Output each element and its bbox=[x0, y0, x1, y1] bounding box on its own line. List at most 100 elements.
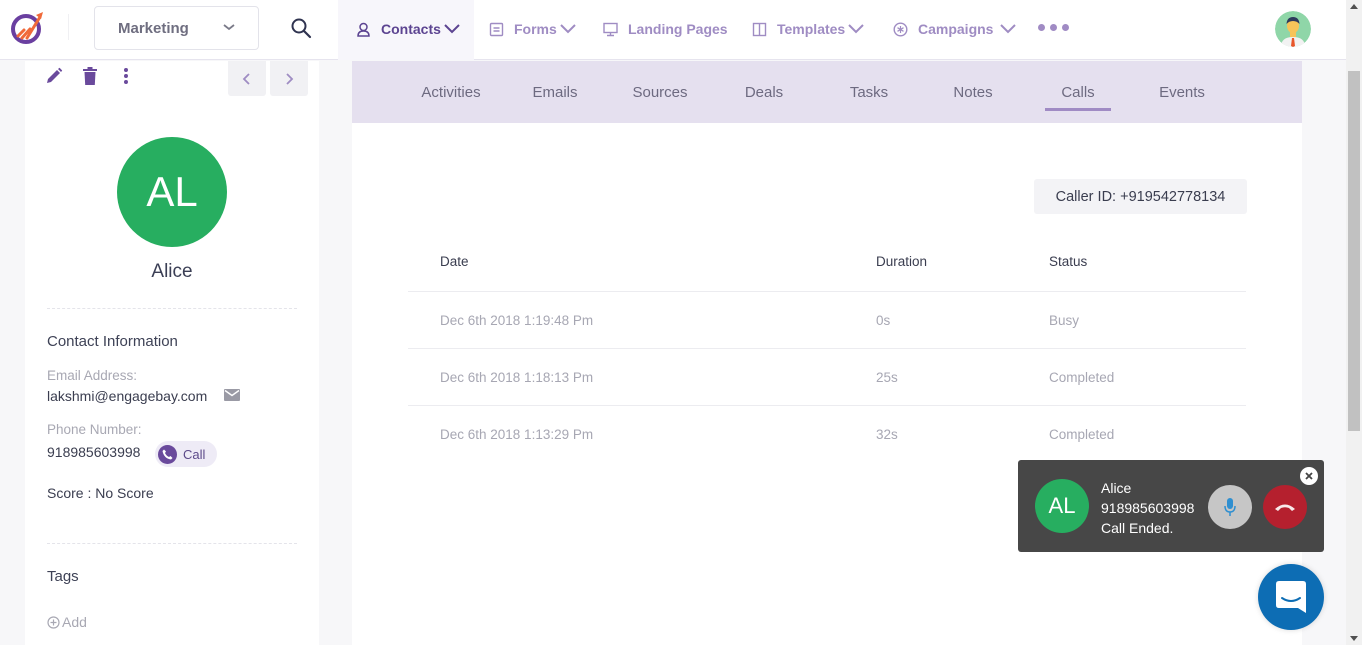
call-button[interactable]: Call bbox=[155, 441, 217, 467]
chevron-down-icon bbox=[1000, 24, 1017, 34]
call-duration: 25s bbox=[876, 369, 898, 385]
section-divider bbox=[47, 308, 297, 309]
phone-value: 918985603998 bbox=[47, 444, 141, 460]
contact-pager bbox=[228, 61, 308, 96]
more-options-button[interactable] bbox=[117, 66, 135, 86]
call-button-label: Call bbox=[183, 446, 206, 462]
previous-contact-button[interactable] bbox=[228, 61, 266, 96]
tab-deals[interactable]: Deals bbox=[742, 61, 786, 123]
column-header-status: Status bbox=[1049, 253, 1088, 269]
phone-label: Phone Number: bbox=[47, 422, 142, 437]
nav-campaigns[interactable]: Campaigns bbox=[893, 0, 1017, 58]
close-icon bbox=[1305, 472, 1313, 480]
engagebay-logo-icon[interactable] bbox=[10, 9, 46, 45]
add-tag-label: Add bbox=[62, 614, 87, 630]
nav-templates-label: Templates bbox=[777, 21, 846, 37]
email-label: Email Address: bbox=[47, 368, 138, 383]
nav-landing-pages-label: Landing Pages bbox=[628, 21, 728, 37]
hang-up-button[interactable] bbox=[1263, 485, 1307, 529]
table-row: Dec 6th 2018 1:18:13 Pm 25s Completed bbox=[408, 349, 1246, 406]
next-contact-button[interactable] bbox=[270, 61, 308, 96]
chat-launcher-button[interactable] bbox=[1258, 564, 1324, 630]
contact-name: Alice bbox=[151, 261, 193, 282]
user-avatar-icon bbox=[1275, 11, 1311, 47]
caller-phone: 918985603998 bbox=[1101, 500, 1195, 516]
tags-heading: Tags bbox=[47, 568, 79, 585]
contact-info-heading: Contact Information bbox=[47, 333, 178, 350]
nav-campaigns-label: Campaigns bbox=[918, 21, 994, 37]
contact-tabs: Activities Emails Sources Deals Tasks No… bbox=[352, 61, 1302, 123]
mute-button[interactable] bbox=[1208, 485, 1252, 529]
nav-forms[interactable]: Forms bbox=[489, 0, 576, 58]
tab-calls[interactable]: Calls bbox=[1045, 61, 1111, 123]
user-icon bbox=[357, 22, 370, 37]
section-divider bbox=[47, 543, 297, 544]
trash-icon bbox=[83, 67, 97, 85]
column-header-duration: Duration bbox=[876, 253, 928, 269]
table-row: Dec 6th 2018 1:19:48 Pm 0s Busy bbox=[408, 292, 1246, 349]
chat-icon bbox=[1276, 581, 1306, 613]
delete-contact-button[interactable] bbox=[81, 66, 99, 86]
chevron-down-icon bbox=[444, 24, 460, 34]
mail-icon[interactable] bbox=[224, 389, 240, 401]
nav-contacts[interactable]: Contacts bbox=[356, 0, 460, 58]
chevron-down-icon bbox=[223, 24, 235, 31]
caller-name: Alice bbox=[1101, 480, 1132, 496]
nav-templates[interactable]: Templates bbox=[752, 0, 864, 58]
scrollbar-thumb[interactable] bbox=[1348, 71, 1360, 431]
table-header-row: Date Duration Status bbox=[408, 231, 1246, 292]
call-status-text: Call Ended. bbox=[1101, 520, 1174, 536]
user-avatar[interactable] bbox=[1275, 11, 1311, 47]
call-status: Completed bbox=[1049, 427, 1115, 442]
main-panel: Activities Emails Sources Deals Tasks No… bbox=[352, 61, 1302, 645]
call-duration: 0s bbox=[876, 312, 891, 328]
chevron-down-icon bbox=[848, 24, 864, 34]
plus-circle-icon bbox=[47, 615, 60, 629]
scroll-up-arrow-icon[interactable] bbox=[1350, 4, 1358, 9]
workspace-select[interactable]: Marketing bbox=[94, 6, 259, 50]
edit-contact-button[interactable] bbox=[45, 66, 63, 86]
nav-forms-label: Forms bbox=[514, 21, 557, 37]
calls-table: Date Duration Status Dec 6th 2018 1:19:4… bbox=[408, 231, 1246, 463]
pencil-icon bbox=[47, 67, 63, 83]
chevron-right-icon bbox=[286, 72, 294, 85]
kebab-menu-icon bbox=[124, 68, 128, 84]
chevron-left-icon bbox=[242, 72, 250, 85]
campaign-icon bbox=[893, 21, 908, 37]
phone-icon bbox=[158, 444, 177, 464]
tab-events[interactable]: Events bbox=[1157, 61, 1207, 123]
column-header-date: Date bbox=[440, 253, 469, 269]
scroll-down-arrow-icon[interactable] bbox=[1350, 636, 1358, 641]
tab-sources[interactable]: Sources bbox=[631, 61, 689, 123]
columns-icon bbox=[752, 22, 767, 36]
microphone-icon bbox=[1224, 498, 1236, 516]
table-row: Dec 6th 2018 1:13:29 Pm 32s Completed bbox=[408, 406, 1246, 463]
tab-tasks[interactable]: Tasks bbox=[847, 61, 891, 123]
more-dots-icon[interactable] bbox=[1038, 24, 1069, 31]
search-icon[interactable] bbox=[290, 17, 312, 39]
form-icon bbox=[489, 22, 504, 36]
top-navbar: Marketing Contacts Forms Landing Pages T… bbox=[0, 0, 1346, 60]
nav-contacts-label: Contacts bbox=[381, 21, 441, 37]
call-popup: AL Alice 918985603998 Call Ended. bbox=[1018, 460, 1324, 552]
page-scrollbar[interactable] bbox=[1346, 0, 1362, 645]
close-popup-button[interactable] bbox=[1300, 467, 1318, 485]
tab-notes[interactable]: Notes bbox=[951, 61, 995, 123]
add-tag-button[interactable]: Add bbox=[47, 614, 87, 630]
tab-activities[interactable]: Activities bbox=[418, 61, 484, 123]
contact-actions bbox=[45, 66, 135, 86]
score-text: Score : No Score bbox=[47, 485, 154, 501]
call-status: Completed bbox=[1049, 369, 1115, 385]
call-duration: 32s bbox=[876, 427, 898, 442]
caller-avatar: AL bbox=[1035, 479, 1089, 533]
call-date: Dec 6th 2018 1:18:13 Pm bbox=[440, 369, 594, 385]
call-date: Dec 6th 2018 1:19:48 Pm bbox=[440, 312, 594, 328]
contact-avatar: AL bbox=[117, 137, 227, 247]
nav-landing-pages[interactable]: Landing Pages bbox=[603, 0, 728, 58]
monitor-icon bbox=[603, 22, 618, 36]
caller-id-badge: Caller ID: +919542778134 bbox=[1034, 179, 1247, 214]
chevron-down-icon bbox=[560, 24, 576, 34]
email-value[interactable]: lakshmi@engagebay.com bbox=[47, 388, 207, 404]
workspace-select-value: Marketing bbox=[118, 19, 189, 37]
tab-emails[interactable]: Emails bbox=[530, 61, 580, 123]
